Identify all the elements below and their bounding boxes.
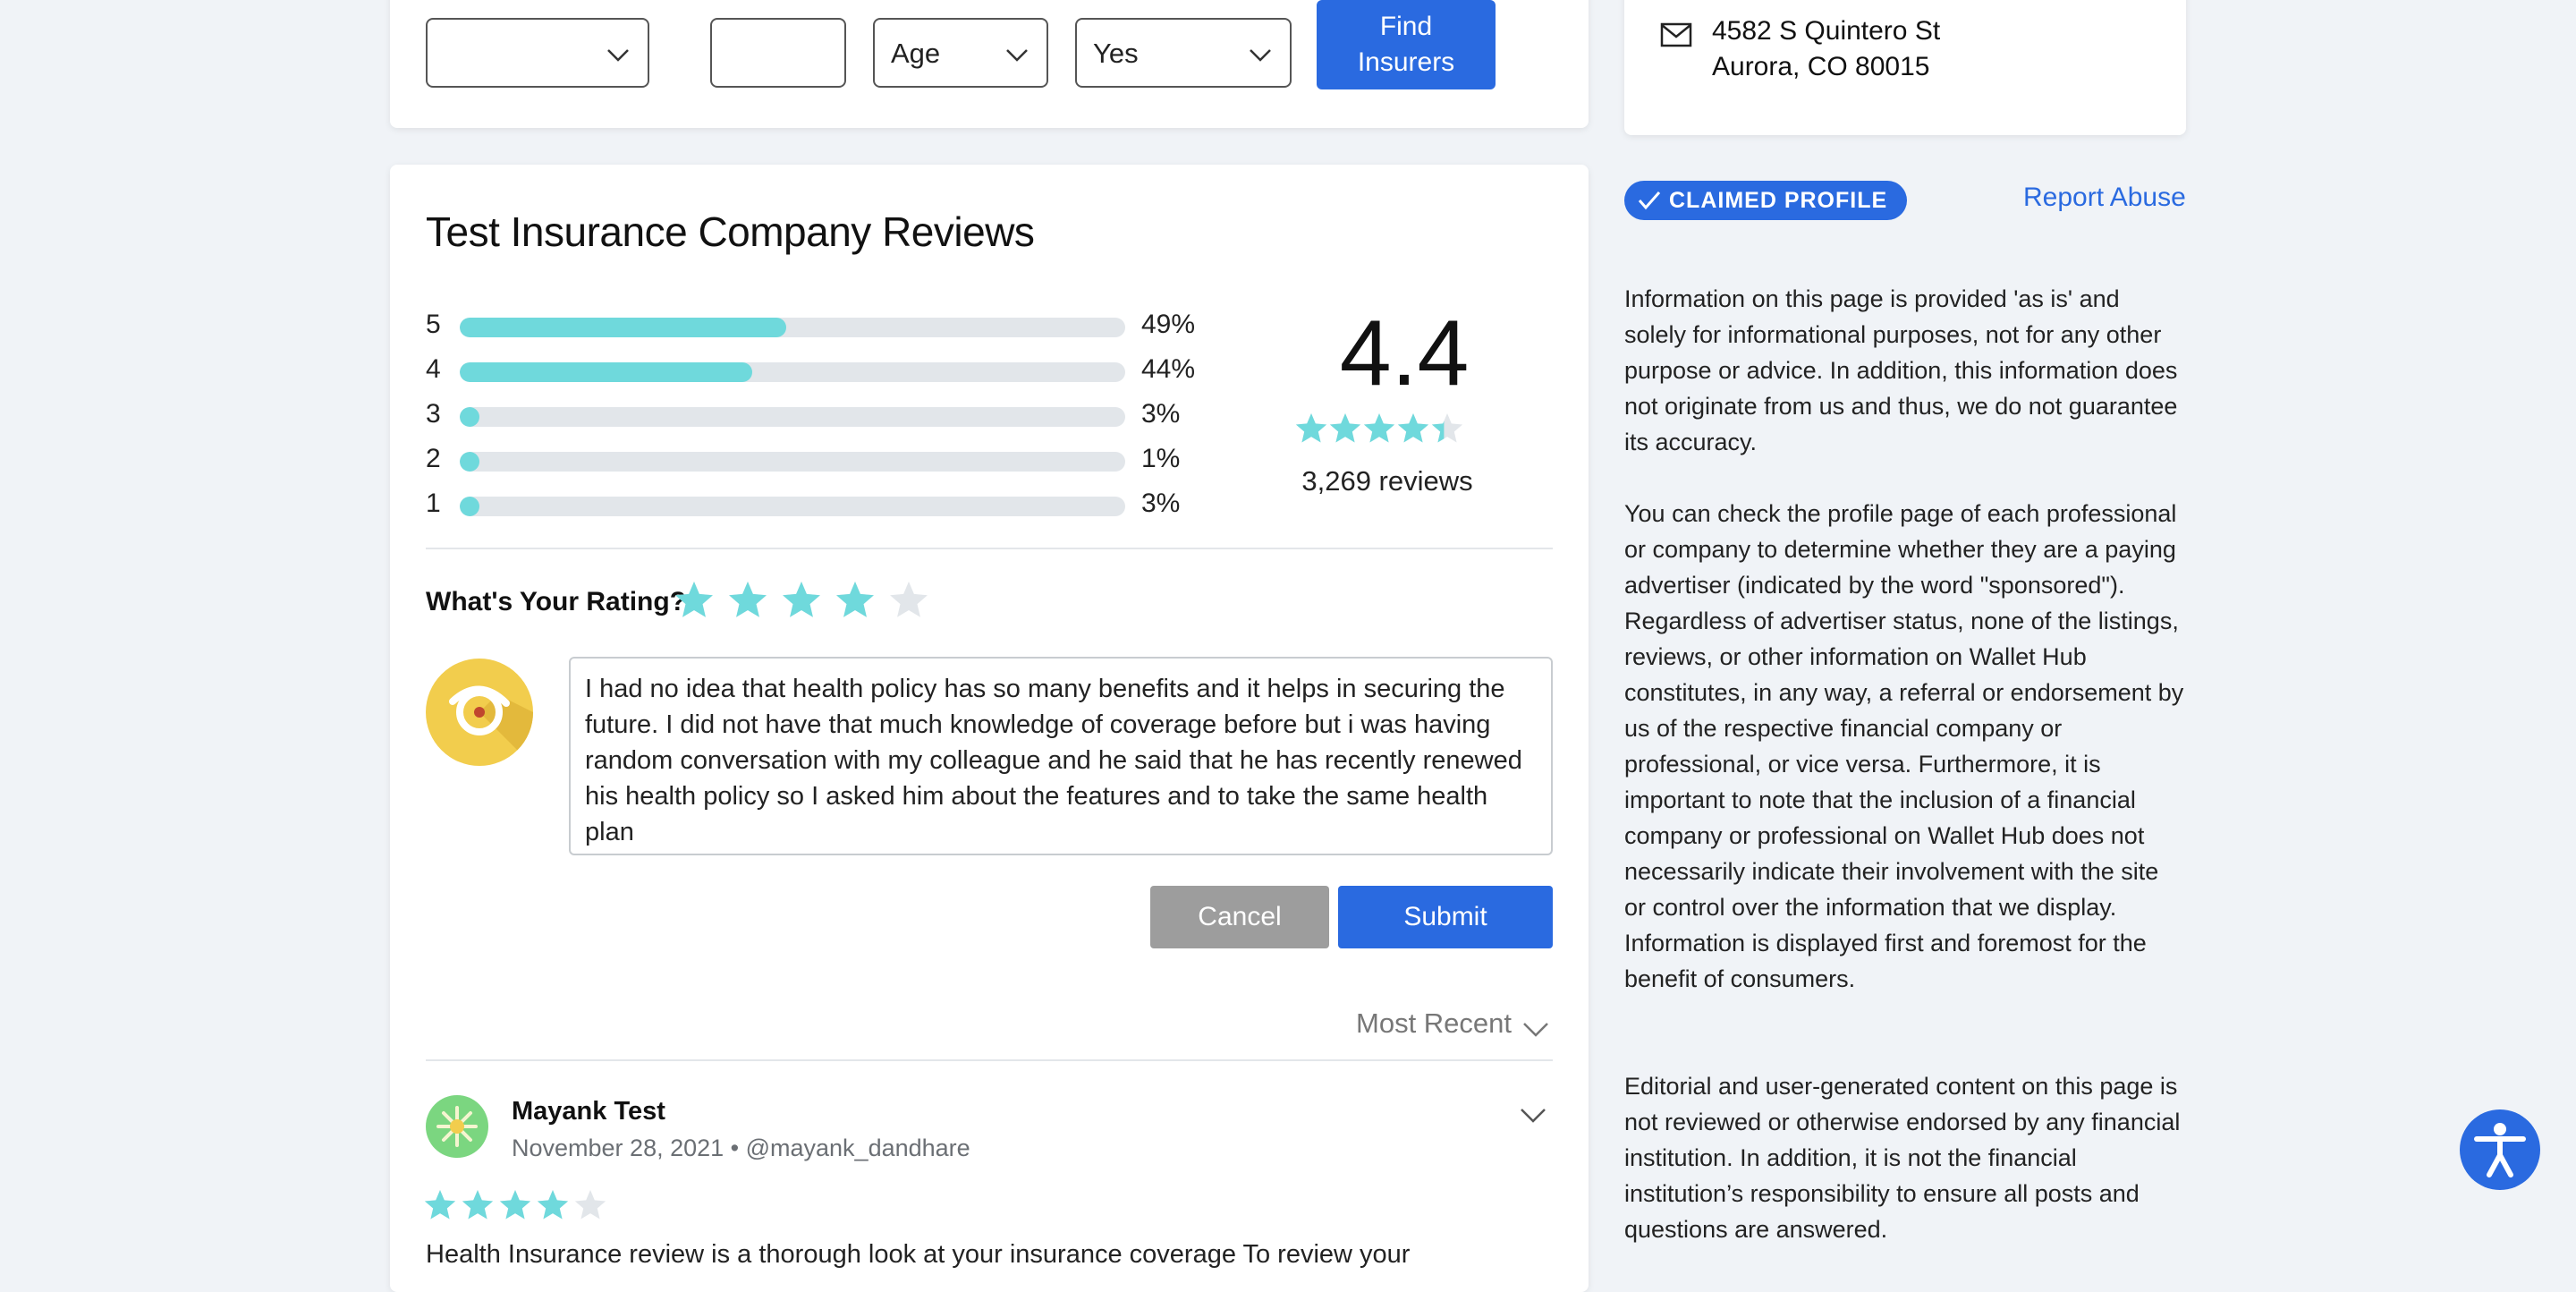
- rating-bar-track: [460, 407, 1125, 427]
- review-count: 3,269 reviews: [1301, 465, 1473, 497]
- rating-bar-fill: [460, 407, 480, 427]
- chevron-down-icon: [1250, 49, 1271, 62]
- avatar: [426, 659, 533, 766]
- address-card: 4582 S Quintero St Aurora, CO 80015: [1624, 0, 2186, 135]
- user-avatar-icon: [449, 685, 533, 766]
- cancel-button[interactable]: Cancel: [1150, 886, 1329, 948]
- rating-bar-track: [460, 362, 1125, 382]
- rating-bar-fill: [460, 362, 753, 382]
- rating-row-label: 4: [426, 354, 441, 384]
- rating-row-label: 5: [426, 310, 441, 339]
- rating-row-3[interactable]: 3 3%: [426, 399, 1231, 429]
- review-meta: November 28, 2021 • @mayank_dandhare: [512, 1135, 970, 1161]
- your-rating-stars[interactable]: [674, 582, 943, 626]
- disclaimer-paragraph: Editorial and user-generated content on …: [1624, 1073, 2181, 1243]
- divider: [426, 1059, 1553, 1061]
- accessibility-button[interactable]: [2460, 1109, 2540, 1190]
- average-rating-stars: [1295, 413, 1463, 443]
- find-insurers-button[interactable]: Find Insurers: [1317, 0, 1496, 89]
- rating-row-percent: 44%: [1141, 354, 1196, 384]
- insurer-search-card: Age Yes Find Insurers: [390, 0, 1589, 128]
- rating-bar-fill: [460, 318, 786, 337]
- sort-label: Most Recent: [1356, 1007, 1513, 1039]
- review-rating-stars: [424, 1190, 606, 1220]
- review-star-filled: [424, 1190, 456, 1220]
- review-text: Health Insurance review is a thorough lo…: [426, 1240, 1411, 1269]
- currently-insured-value: Yes: [1093, 38, 1139, 69]
- average-star-filled: [1295, 413, 1327, 443]
- age-select-value: Age: [891, 38, 941, 69]
- your-rating-star-filled: [836, 582, 874, 617]
- disclaimer-paragraph: Information on this page is provided 'as…: [1624, 285, 2178, 455]
- insurance-type-select[interactable]: [426, 18, 649, 88]
- claimed-profile-badge: CLAIMED PROFILE: [1624, 181, 1908, 220]
- your-rating-label: What's Your Rating?: [426, 587, 687, 616]
- checkmark-icon: [1638, 191, 1661, 210]
- rating-bar-track: [460, 318, 1125, 337]
- address-line-2: Aurora, CO 80015: [1712, 52, 1930, 81]
- review-star-filled: [462, 1190, 494, 1220]
- chevron-down-icon: [1523, 1023, 1548, 1037]
- accessibility-icon: [2474, 1123, 2526, 1177]
- avatar: [426, 1095, 488, 1158]
- address-line-1: 4582 S Quintero St: [1712, 16, 1941, 46]
- average-star-filled: [1363, 413, 1395, 443]
- rating-bar-track: [460, 497, 1125, 516]
- sun-icon: [436, 1106, 478, 1147]
- rating-row-4[interactable]: 4 44%: [426, 354, 1231, 385]
- submit-button[interactable]: Submit: [1338, 886, 1553, 948]
- rating-row-percent: 3%: [1141, 489, 1181, 518]
- rating-row-label: 3: [426, 399, 441, 429]
- review-star-filled: [537, 1190, 569, 1220]
- rating-row-percent: 3%: [1141, 399, 1181, 429]
- rating-row-percent: 49%: [1141, 310, 1196, 339]
- disclaimer-paragraph: You can check the profile page of each p…: [1624, 500, 2184, 992]
- reviews-card: Test Insurance Company Reviews 5 49% 4 44% 3…: [390, 165, 1589, 1292]
- rating-row-5[interactable]: 5 49%: [426, 310, 1231, 340]
- review-star-empty: [574, 1190, 606, 1220]
- your-rating-star-empty: [890, 582, 928, 617]
- divider: [426, 548, 1553, 549]
- rating-bar-fill: [460, 497, 480, 516]
- chevron-down-icon: [1006, 49, 1028, 62]
- zip-code-input[interactable]: [710, 18, 846, 88]
- chevron-down-icon: [607, 49, 629, 62]
- currently-insured-select[interactable]: Yes: [1075, 18, 1292, 88]
- reviewer-name[interactable]: Mayank Test: [512, 1097, 665, 1126]
- review-textarea[interactable]: I had no idea that health policy has so …: [569, 657, 1553, 855]
- sort-dropdown[interactable]: Most Recent: [1356, 1007, 1553, 1047]
- your-rating-star-filled: [729, 582, 767, 617]
- your-rating-star-filled: [783, 582, 820, 617]
- average-star-filled: [1329, 413, 1361, 443]
- rating-bar-fill: [460, 452, 479, 472]
- your-rating-star-filled: [675, 582, 713, 617]
- rating-row-label: 2: [426, 444, 441, 473]
- average-star-filled: [1397, 413, 1429, 443]
- claimed-profile-label: CLAIMED PROFILE: [1669, 187, 1888, 213]
- rating-bar-track: [460, 452, 1125, 472]
- rating-row-2[interactable]: 2 1%: [426, 444, 1231, 474]
- chevron-down-icon[interactable]: [1519, 1101, 1547, 1129]
- rating-row-label: 1: [426, 489, 441, 518]
- rating-row-1[interactable]: 1 3%: [426, 489, 1231, 519]
- rating-row-percent: 1%: [1141, 444, 1181, 473]
- mail-icon: [1660, 22, 1692, 47]
- review-star-filled: [499, 1190, 531, 1220]
- age-select[interactable]: Age: [873, 18, 1048, 88]
- average-rating: 4.4: [1339, 302, 1470, 405]
- report-abuse-link[interactable]: Report Abuse: [2023, 183, 2186, 213]
- reviews-title: Test Insurance Company Reviews: [426, 208, 1035, 255]
